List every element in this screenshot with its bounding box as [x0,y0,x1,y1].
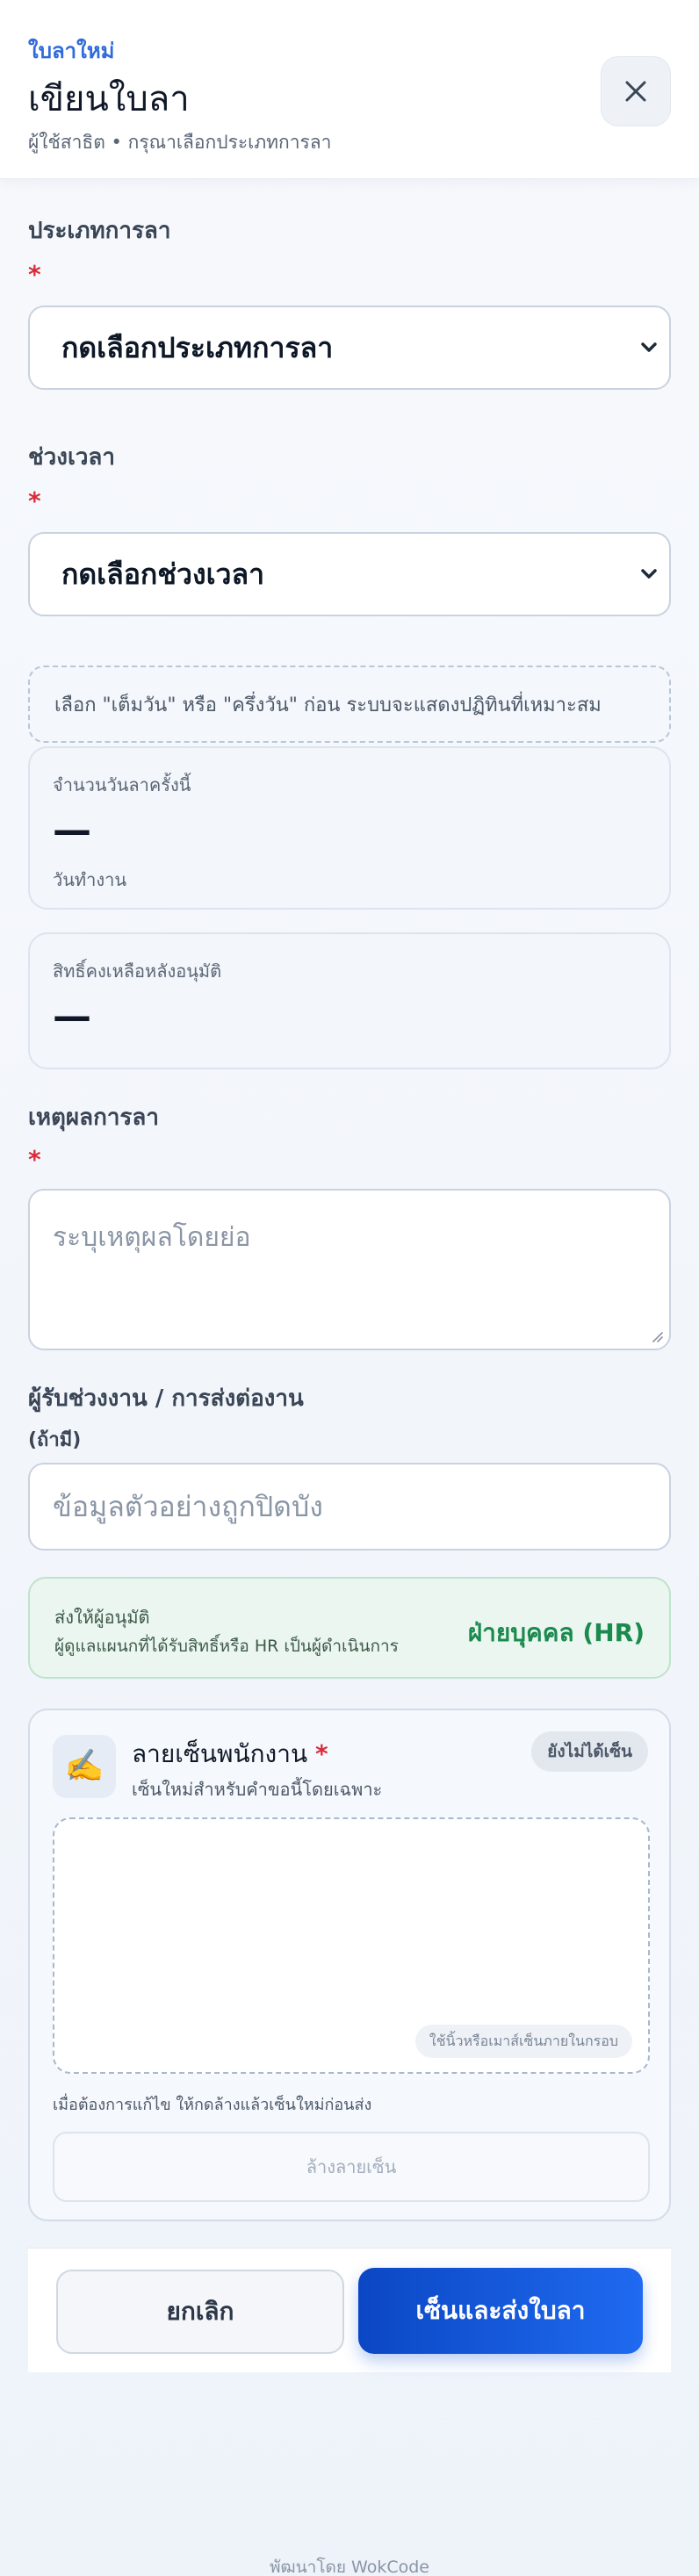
reason-required-mark: * [28,1145,41,1174]
reason-label: เหตุผลการลา [28,1105,159,1131]
leave-type-required-mark: * [28,260,41,289]
leave-type-select[interactable]: กดเลือกประเภทการลา [28,306,671,390]
period-selected: กดเลือกช่วงเวลา [61,557,265,591]
close-icon [625,81,646,102]
handover-placeholder: ข้อมูลตัวอย่างถูกปิดบัง [53,1489,323,1523]
handover-optional-label: (ถ้ามี) [28,1429,82,1451]
signature-subtitle: เซ็นใหม่สำหรับคำขอนี้โดยเฉพาะ [132,1779,383,1800]
approver-description: ผู้ดูแลแผนกที่ได้รับสิทธิ์หรือ HR เป็นผู… [54,1637,399,1656]
handover-label: ผู้รับช่วงงาน / การส่งต่องาน [28,1385,304,1412]
signature-status-badge: ยังไม่ได้เซ็น [531,1731,648,1772]
signature-required-mark: * [315,1739,328,1768]
leave-days-unit: วันทำงาน [53,869,126,890]
chevron-down-icon [641,342,657,352]
chevron-down-icon [641,569,657,579]
sign-and-submit-button[interactable]: เซ็นและส่งใบลา [358,2268,643,2354]
leave-days-value: — [53,808,91,853]
leave-days-card: จำนวนวันลาครั้งนี้ — วันทำงาน [28,746,671,910]
signature-hand-icon: ✍️ [53,1735,116,1798]
remaining-balance-value: — [53,994,91,1039]
signature-pad[interactable]: ใช้นิ้วหรือเมาส์เซ็นภายในกรอบ [53,1817,650,2074]
signature-title: ลายเซ็นพนักงาน * [132,1735,328,1774]
remaining-balance-label: สิทธิ์คงเหลือหลังอนุมัติ [53,961,222,982]
remaining-balance-card: สิทธิ์คงเหลือหลังอนุมัติ — [28,932,671,1069]
period-required-mark: * [28,486,41,515]
reason-textarea[interactable]: ระบุเหตุผลโดยย่อ [28,1189,671,1350]
approver-card: ส่งให้ผู้อนุมัติ ผู้ดูแลแผนกที่ได้รับสิท… [28,1577,671,1679]
signature-title-text: ลายเซ็นพนักงาน [132,1739,308,1768]
signature-note: เมื่อต้องการแก้ไข ให้กดล้างแล้วเซ็นใหม่ก… [53,2096,372,2114]
page-kicker: ใบลาใหม่ [28,39,115,63]
period-hint: เลือก "เต็มวัน" หรือ "ครึ่งวัน" ก่อน ระบ… [28,666,671,743]
cancel-button[interactable]: ยกเลิก [56,2270,344,2354]
page-title: เขียนใบลา [28,79,190,119]
signature-pad-hint: ใช้นิ้วหรือเมาส์เซ็นภายในกรอบ [414,2025,632,2058]
approver-value: ฝ่ายบุคคล (HR) [467,1618,645,1647]
period-select[interactable]: กดเลือกช่วงเวลา [28,532,671,616]
signature-card: ✍️ ลายเซ็นพนักงาน * เซ็นใหม่สำหรับคำขอนี… [28,1709,671,2221]
reason-placeholder: ระบุเหตุผลโดยย่อ [53,1222,251,1253]
approver-label: ส่งให้ผู้อนุมัติ [54,1607,150,1628]
close-button[interactable] [601,56,671,126]
action-bar: ยกเลิก เซ็นและส่งใบลา [28,2248,671,2372]
leave-type-selected: กดเลือกประเภทการลา [61,330,334,364]
page-subtitle: ผู้ใช้สาธิต • กรุณาเลือกประเภทการลา [28,132,332,153]
leave-type-label: ประเภทการลา [28,218,171,244]
leave-days-label: จำนวนวันลาครั้งนี้ [53,774,191,795]
page-header: ใบลาใหม่ เขียนใบลา ผู้ใช้สาธิต • กรุณาเล… [0,0,699,179]
handover-input[interactable]: ข้อมูลตัวอย่างถูกปิดบัง [28,1463,671,1551]
period-label: ช่วงเวลา [28,444,115,471]
powered-by-footer: พัฒนาโดย WokCode [269,2558,429,2576]
resize-grip-icon[interactable] [650,1329,664,1343]
clear-signature-button[interactable]: ล้างลายเซ็น [53,2132,650,2202]
